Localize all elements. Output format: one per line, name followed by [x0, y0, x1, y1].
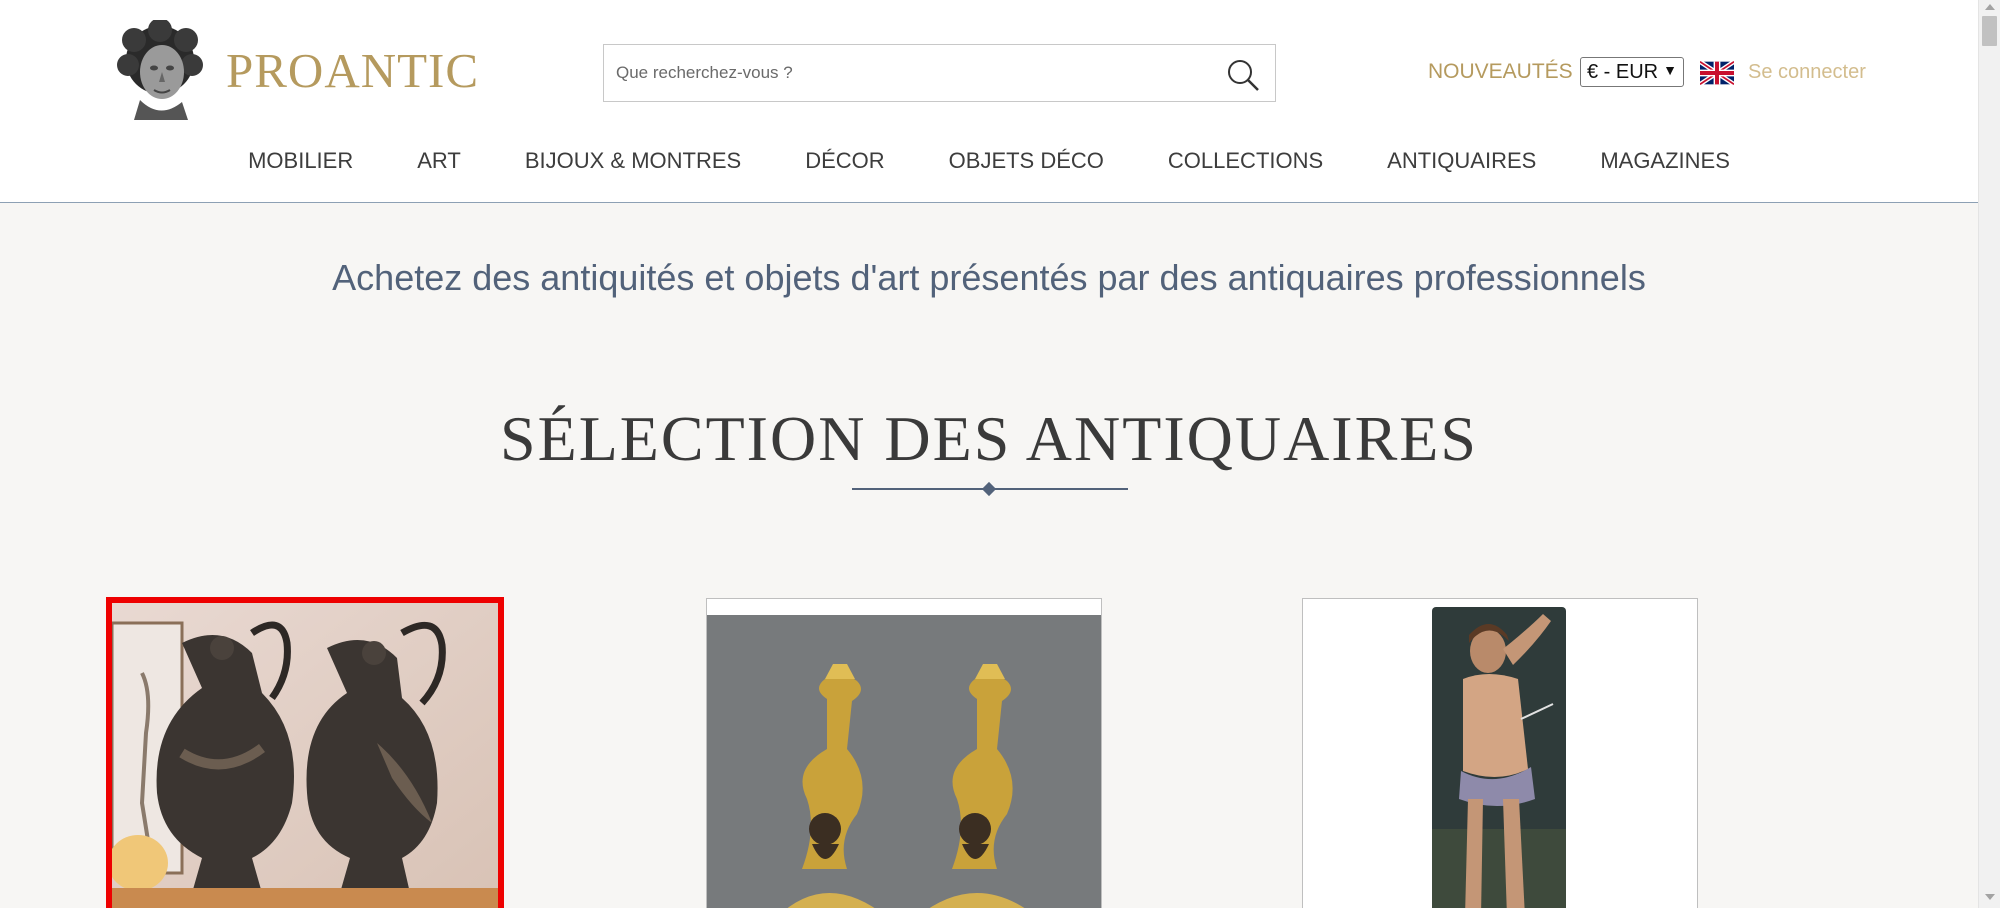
logo-bust-icon	[117, 20, 203, 120]
site-logo[interactable]: PROANTIC	[112, 20, 479, 120]
logo-text: PROANTIC	[226, 42, 480, 98]
nav-item-art[interactable]: ART	[417, 148, 461, 174]
chevron-down-icon: ▼	[1663, 62, 1677, 78]
nav-item-bijoux-montres[interactable]: BIJOUX & MONTRES	[525, 148, 741, 174]
scroll-up-arrow-icon[interactable]	[1983, 2, 1997, 12]
main-nav: MOBILIER ART BIJOUX & MONTRES DÉCOR OBJE…	[0, 148, 1978, 174]
nav-item-antiquaires[interactable]: ANTIQUAIRES	[1387, 148, 1536, 174]
search-input[interactable]	[616, 45, 1196, 101]
nav-item-magazines[interactable]: MAGAZINES	[1600, 148, 1730, 174]
nav-item-mobilier[interactable]: MOBILIER	[248, 148, 353, 174]
section-title: SÉLECTION DES ANTIQUAIRES	[500, 403, 1478, 474]
currency-select[interactable]: € - EUR ▼	[1580, 57, 1684, 87]
scroll-down-arrow-icon[interactable]	[1983, 892, 1997, 902]
search-box	[603, 44, 1276, 102]
product-image	[112, 603, 498, 908]
title-divider-ornament	[981, 481, 997, 497]
nav-item-decor[interactable]: DÉCOR	[805, 148, 884, 174]
login-link[interactable]: Se connecter	[1748, 61, 1866, 84]
currency-value: € - EUR	[1587, 60, 1659, 83]
nav-item-objets-deco[interactable]: OBJETS DÉCO	[949, 148, 1104, 174]
page-tagline: Achetez des antiquités et objets d'art p…	[332, 257, 1646, 298]
product-card[interactable]	[1302, 598, 1698, 908]
nav-item-collections[interactable]: COLLECTIONS	[1168, 148, 1323, 174]
uk-flag-icon[interactable]	[1700, 60, 1734, 86]
product-image	[707, 599, 1101, 908]
product-card[interactable]	[106, 597, 504, 908]
nouveautes-link[interactable]: NOUVEAUTÉS	[1428, 60, 1573, 84]
product-card[interactable]	[706, 598, 1102, 908]
search-icon[interactable]	[1225, 57, 1261, 93]
scrollbar-thumb[interactable]	[1982, 16, 1997, 46]
page-scrollbar[interactable]	[1978, 0, 2000, 908]
product-image	[1303, 599, 1697, 908]
site-header: PROANTIC NOUVEAUTÉS € - EUR ▼ Se connect…	[0, 0, 1978, 203]
